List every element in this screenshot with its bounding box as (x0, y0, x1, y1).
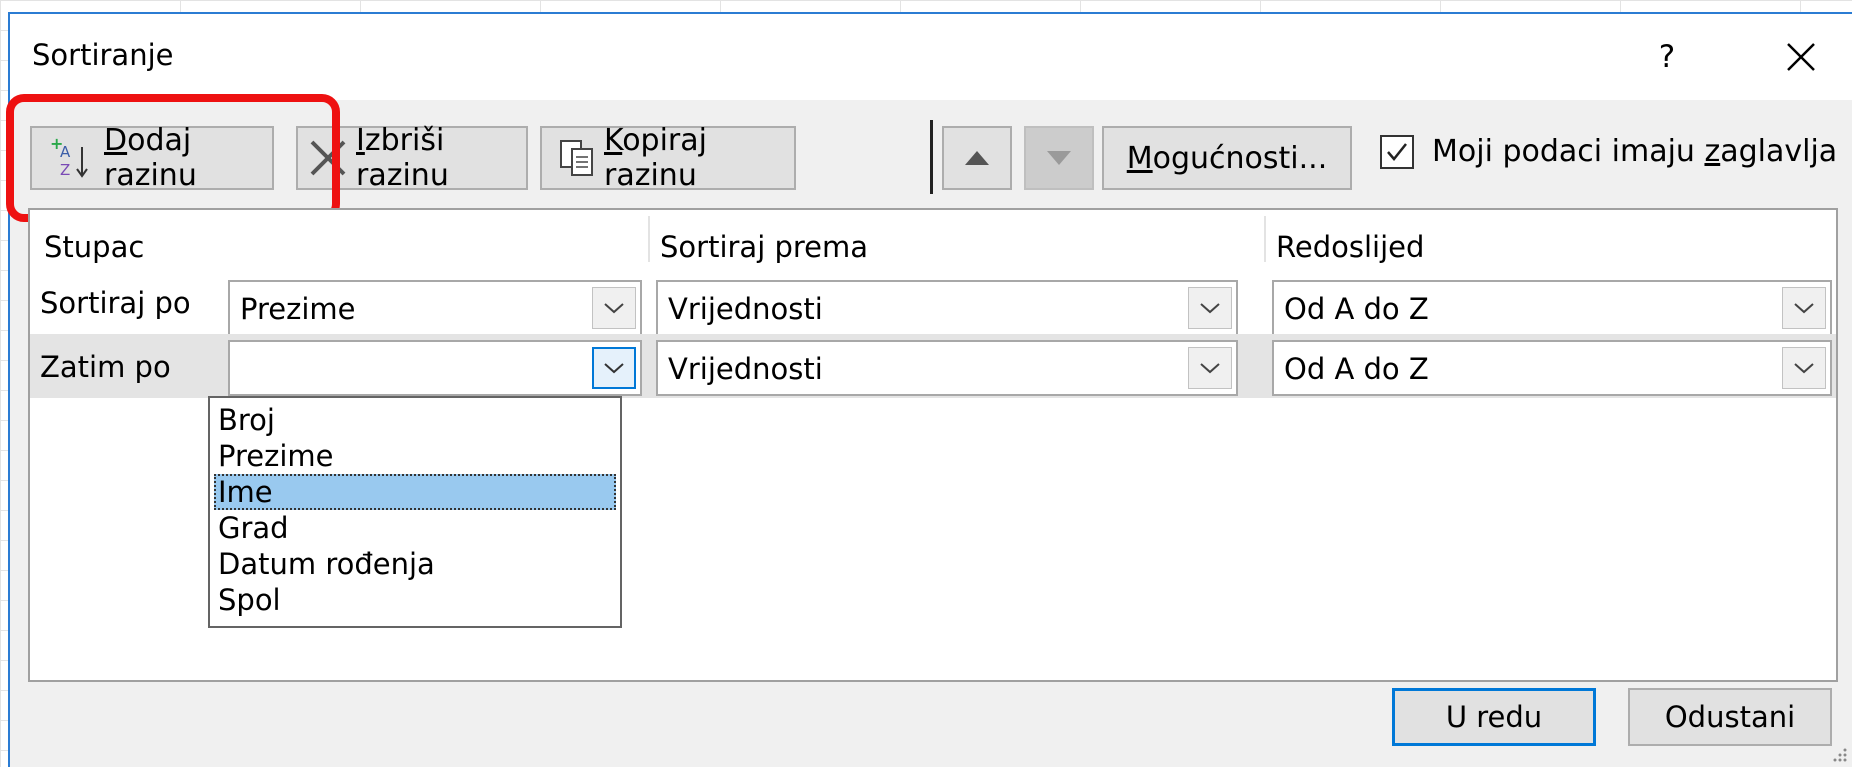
help-button[interactable]: ? (1642, 32, 1692, 82)
dropdown-option[interactable]: Datum rođenja (214, 546, 616, 582)
toolbar-separator (930, 120, 933, 194)
combo-dropdown-button[interactable] (1188, 347, 1232, 389)
move-down-button[interactable] (1024, 126, 1094, 190)
chevron-down-icon (1794, 303, 1814, 314)
combo-dropdown-button[interactable] (1188, 287, 1232, 329)
copy-icon (558, 138, 596, 178)
chevron-down-icon (1200, 363, 1220, 374)
ok-label: U redu (1445, 700, 1543, 734)
column-header-order: Redoslijed (1276, 230, 1425, 264)
sort-on-combo-value: Vrijednosti (668, 352, 823, 386)
delete-x-icon (308, 138, 348, 178)
arrow-up-icon (965, 151, 989, 165)
sort-on-combo-row2[interactable]: Vrijednosti (656, 340, 1238, 396)
cancel-button[interactable]: Odustani (1628, 688, 1832, 746)
sort-on-combo-value: Vrijednosti (668, 292, 823, 326)
order-combo-value: Od A do Z (1284, 292, 1429, 326)
sort-az-add-icon: + A Z (46, 135, 96, 181)
chevron-down-icon (1200, 303, 1220, 314)
order-combo-row2[interactable]: Od A do Z (1272, 340, 1832, 396)
delete-level-label: Izbriši razinu (356, 123, 449, 193)
dropdown-option[interactable]: Grad (214, 510, 616, 546)
copy-level-button[interactable]: Kopiraj razinu (540, 123, 796, 193)
close-button[interactable] (1770, 32, 1830, 82)
copy-level-label: Kopiraj razinu (604, 123, 707, 193)
sort-on-combo-row1[interactable]: Vrijednosti (656, 280, 1238, 336)
cancel-label: Odustani (1664, 700, 1796, 734)
svg-text:A: A (60, 143, 71, 161)
order-combo-row1[interactable]: Od A do Z (1272, 280, 1832, 336)
arrow-down-icon (1047, 151, 1071, 165)
column-divider (1264, 216, 1266, 262)
close-icon (1787, 43, 1815, 71)
headers-checkbox[interactable] (1380, 134, 1414, 169)
options-button[interactable]: Mogućnosti... (1102, 126, 1352, 190)
svg-text:Z: Z (60, 161, 70, 179)
sort-dialog: Sortiranje ? + A Z Dodaj razinu Izbriši … (6, 12, 1852, 767)
headers-checkbox-row[interactable]: Moji podaci imaju zaglavlja (1380, 134, 1837, 169)
combo-dropdown-button[interactable] (592, 287, 636, 329)
column-combo-row1[interactable]: Prezime (228, 280, 642, 336)
chevron-down-icon (1794, 363, 1814, 374)
combo-dropdown-button[interactable] (1782, 347, 1826, 389)
dialog-title: Sortiranje (32, 38, 174, 72)
add-level-button[interactable]: + A Z Dodaj razinu (30, 123, 274, 193)
order-combo-value: Od A do Z (1284, 352, 1429, 386)
delete-level-button[interactable]: Izbriši razinu (296, 123, 528, 193)
dropdown-option[interactable]: Prezime (214, 438, 616, 474)
add-level-label: Dodaj razinu (104, 123, 197, 193)
help-label: ? (1658, 39, 1676, 75)
row-label-then-by: Zatim po (40, 350, 171, 384)
column-dropdown-list: Broj Prezime Ime Grad Datum rođenja Spol (208, 396, 622, 628)
column-divider (648, 216, 650, 262)
options-label: Mogućnosti... (1126, 140, 1328, 176)
dropdown-option-selected[interactable]: Ime (214, 474, 616, 510)
move-up-button[interactable] (942, 126, 1012, 190)
combo-dropdown-button[interactable] (592, 347, 636, 389)
checkmark-icon (1387, 142, 1407, 161)
title-bar: Sortiranje ? (10, 14, 1852, 100)
dropdown-option[interactable]: Broj (214, 402, 616, 438)
combo-dropdown-button[interactable] (1782, 287, 1826, 329)
column-header-stupac: Stupac (44, 230, 145, 264)
chevron-down-icon (604, 303, 624, 314)
row-label-sort-by: Sortiraj po (40, 286, 191, 320)
headers-checkbox-label: Moji podaci imaju zaglavlja (1432, 134, 1838, 169)
column-combo-row2[interactable] (228, 340, 642, 396)
dropdown-option[interactable]: Spol (214, 582, 616, 618)
chevron-down-icon (604, 363, 624, 374)
column-combo-value: Prezime (240, 292, 356, 326)
resize-grip-icon[interactable] (1830, 745, 1848, 763)
ok-button[interactable]: U redu (1392, 688, 1596, 746)
column-header-sort-on: Sortiraj prema (660, 230, 869, 264)
